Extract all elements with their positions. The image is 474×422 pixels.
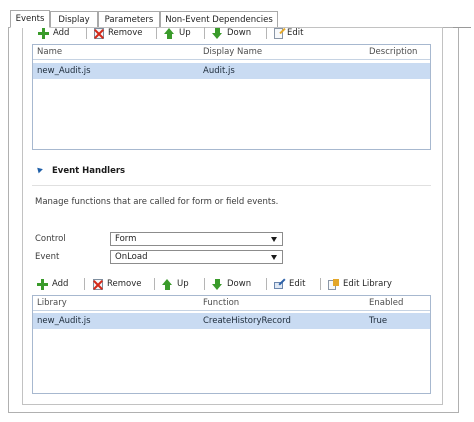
column-header-display-name[interactable]: Display Name (203, 45, 262, 59)
table-row[interactable]: new_Audit.js CreateHistoryRecord True (33, 313, 430, 329)
toolbar-separator (320, 278, 321, 290)
toolbar-separator (204, 27, 205, 39)
column-header-enabled[interactable]: Enabled (369, 296, 403, 310)
event-select-value: OnLoad (115, 252, 148, 262)
handler-edit-label: Edit (289, 279, 306, 289)
section-divider (32, 185, 431, 186)
toolbar-separator (156, 27, 157, 39)
library-edit-label: Edit (287, 28, 304, 38)
library-down-button[interactable]: Down (212, 26, 251, 40)
remove-icon (93, 278, 103, 290)
column-header-function[interactable]: Function (203, 296, 239, 310)
tab-events[interactable]: Events (10, 10, 50, 28)
handler-add-button[interactable]: Add (37, 277, 68, 291)
event-handlers-description: Manage functions that are called for for… (35, 197, 279, 207)
toolbar-separator (266, 278, 267, 290)
handler-up-label: Up (177, 279, 189, 289)
edit-library-button[interactable]: Edit Library (328, 277, 392, 291)
library-icon (328, 278, 339, 290)
arrow-down-icon (212, 27, 223, 39)
right-frame-line (453, 27, 471, 28)
libraries-grid-header: Name Display Name Description (33, 45, 430, 60)
tab-parameters[interactable]: Parameters (98, 11, 160, 27)
add-icon (38, 27, 49, 39)
library-up-button[interactable]: Up (164, 26, 191, 40)
event-handlers-grid-header: Library Function Enabled (33, 296, 430, 311)
handler-library-cell: new_Audit.js (37, 316, 91, 326)
handler-add-label: Add (52, 279, 69, 289)
dropdown-arrow-icon (271, 237, 277, 242)
library-remove-button[interactable]: Remove (94, 26, 143, 40)
control-select-value: Form (115, 234, 137, 244)
remove-icon (94, 27, 104, 39)
handler-enabled-cell: True (369, 316, 388, 326)
toolbar-separator (204, 278, 205, 290)
arrow-down-icon (212, 278, 223, 290)
table-row[interactable]: new_Audit.js Audit.js (33, 63, 430, 79)
handler-edit-button[interactable]: Edit (274, 277, 305, 291)
library-down-label: Down (227, 28, 252, 38)
library-up-label: Up (179, 28, 191, 38)
control-select[interactable]: Form (110, 232, 283, 246)
handler-down-label: Down (227, 279, 252, 289)
library-name-cell: new_Audit.js (37, 66, 91, 76)
handler-function-cell: CreateHistoryRecord (203, 316, 291, 326)
event-select[interactable]: OnLoad (110, 250, 283, 264)
column-header-library[interactable]: Library (37, 296, 67, 310)
arrow-up-icon (162, 278, 173, 290)
library-edit-button[interactable]: Edit (274, 26, 303, 40)
control-label: Control (35, 234, 66, 244)
tab-display[interactable]: Display (50, 11, 98, 27)
event-handlers-grid: Library Function Enabled new_Audit.js Cr… (32, 295, 431, 394)
handler-up-button[interactable]: Up (162, 277, 189, 291)
edit-pencil-icon (274, 279, 285, 290)
edit-library-label: Edit Library (343, 279, 392, 289)
toolbar-separator (86, 27, 87, 39)
libraries-grid: Name Display Name Description new_Audit.… (32, 44, 431, 150)
handler-down-button[interactable]: Down (212, 277, 251, 291)
column-header-name[interactable]: Name (37, 45, 62, 59)
library-display-name-cell: Audit.js (203, 66, 235, 76)
toolbar-separator (84, 278, 85, 290)
library-remove-label: Remove (108, 28, 143, 38)
edit-icon (274, 27, 283, 39)
toolbar-separator (154, 278, 155, 290)
arrow-up-icon (164, 27, 175, 39)
event-label: Event (35, 252, 60, 262)
column-header-description[interactable]: Description (369, 45, 417, 59)
dropdown-arrow-icon (271, 255, 277, 260)
event-handlers-title: Event Handlers (52, 166, 126, 176)
library-add-label: Add (53, 28, 70, 38)
add-icon (37, 278, 48, 290)
toolbar-separator (266, 27, 267, 39)
handler-remove-label: Remove (107, 279, 142, 289)
library-add-button[interactable]: Add (38, 26, 69, 40)
handler-remove-button[interactable]: Remove (93, 277, 142, 291)
tab-non-event-dependencies[interactable]: Non-Event Dependencies (160, 11, 278, 27)
